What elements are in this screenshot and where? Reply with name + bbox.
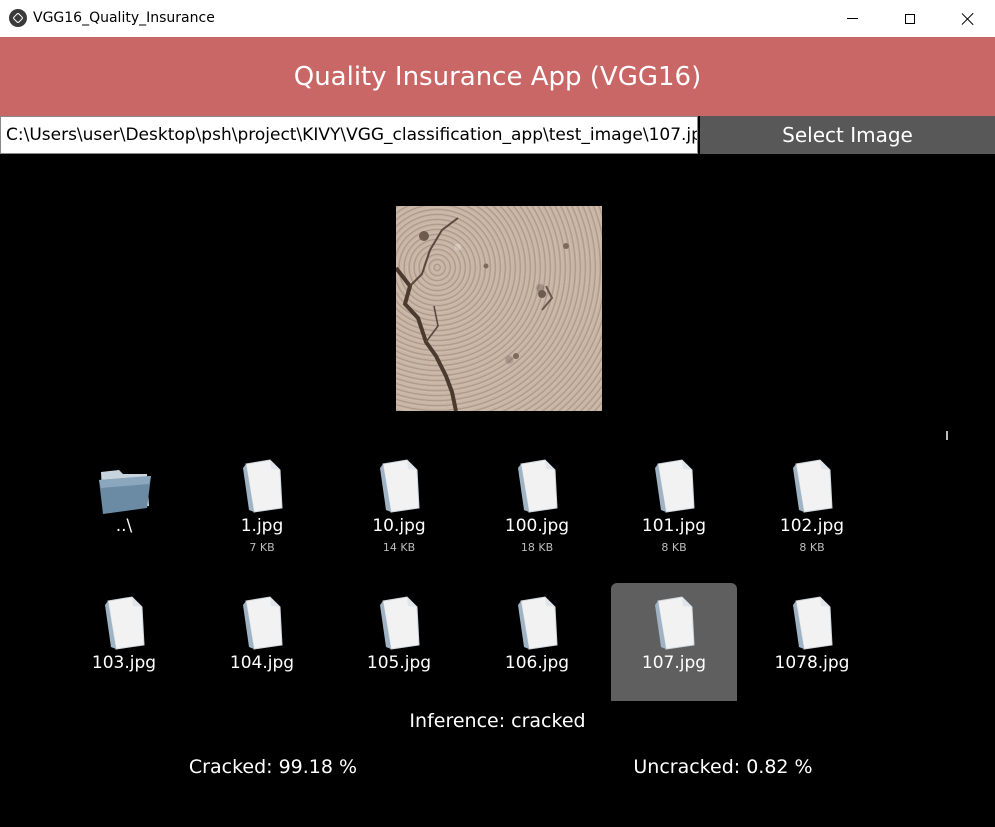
- file-name: 103.jpg: [91, 653, 157, 673]
- path-input[interactable]: C:\Users\user\Desktop\psh\project\KIVY\V…: [0, 116, 698, 154]
- maximize-icon: [905, 13, 915, 24]
- file-name: 101.jpg: [641, 516, 707, 536]
- app-window: VGG16_Quality_Insurance Quality Insuranc…: [0, 0, 995, 827]
- file-name: 107.jpg: [641, 653, 707, 673]
- app-header: Quality Insurance App (VGG16): [0, 37, 995, 116]
- file-item[interactable]: 103.jpg: [61, 595, 187, 701]
- file-item[interactable]: 101.jpg 8 KB: [611, 458, 737, 564]
- file-item[interactable]: 102.jpg 8 KB: [749, 458, 875, 564]
- app-logo-icon: [9, 9, 27, 27]
- file-icon: [652, 458, 698, 514]
- close-button[interactable]: [939, 0, 995, 37]
- window-title: VGG16_Quality_Insurance: [33, 10, 215, 26]
- minimize-icon: [846, 18, 858, 19]
- close-icon: [961, 12, 975, 26]
- file-item[interactable]: 104.jpg: [199, 595, 325, 701]
- file-icon: [652, 595, 698, 651]
- file-size: 7 KB: [249, 541, 275, 554]
- file-name: 105.jpg: [366, 653, 432, 673]
- file-item[interactable]: ..\: [61, 458, 187, 564]
- file-name: 10.jpg: [372, 516, 426, 536]
- scrollbar-thumb[interactable]: [946, 431, 948, 440]
- file-item[interactable]: 106.jpg: [474, 595, 600, 701]
- file-name: ..\: [115, 516, 133, 536]
- file-name: 104.jpg: [229, 653, 295, 673]
- file-name: 100.jpg: [504, 516, 570, 536]
- file-name: 1078.jpg: [774, 653, 850, 673]
- minimize-button[interactable]: [823, 0, 881, 37]
- app-title: Quality Insurance App (VGG16): [293, 61, 702, 92]
- select-image-button[interactable]: Select Image: [700, 116, 995, 154]
- title-bar: VGG16_Quality_Insurance: [0, 0, 995, 37]
- file-icon: [790, 458, 836, 514]
- file-item[interactable]: 1.jpg 7 KB: [199, 458, 325, 564]
- file-icon: [515, 458, 561, 514]
- file-item[interactable]: 105.jpg: [336, 595, 462, 701]
- file-name: 106.jpg: [504, 653, 570, 673]
- file-icon: [515, 595, 561, 651]
- select-image-label: Select Image: [782, 123, 913, 147]
- file-item[interactable]: 100.jpg 18 KB: [474, 458, 600, 564]
- uncracked-probability: Uncracked: 0.82 %: [633, 756, 813, 778]
- file-icon: [377, 458, 423, 514]
- file-size: 8 KB: [799, 541, 825, 554]
- file-icon: [377, 595, 423, 651]
- folder-icon: [97, 462, 151, 518]
- file-size: 8 KB: [661, 541, 687, 554]
- file-item[interactable]: 10.jpg 14 KB: [336, 458, 462, 564]
- inference-label: Inference: cracked: [409, 710, 586, 732]
- file-icon: [102, 595, 148, 651]
- file-name: 1.jpg: [240, 516, 284, 536]
- file-size: 14 KB: [382, 541, 416, 554]
- file-icon: [240, 458, 286, 514]
- file-icon: [240, 595, 286, 651]
- maximize-button[interactable]: [881, 0, 939, 37]
- preview-image: [396, 206, 602, 411]
- file-size: 18 KB: [520, 541, 554, 554]
- cracked-probability: Cracked: 99.18 %: [188, 756, 358, 778]
- file-name: 102.jpg: [779, 516, 845, 536]
- file-item[interactable]: 1078.jpg: [749, 595, 875, 701]
- crack-texture: [396, 217, 569, 411]
- file-icon: [790, 595, 836, 651]
- file-item[interactable]: 107.jpg: [611, 583, 737, 701]
